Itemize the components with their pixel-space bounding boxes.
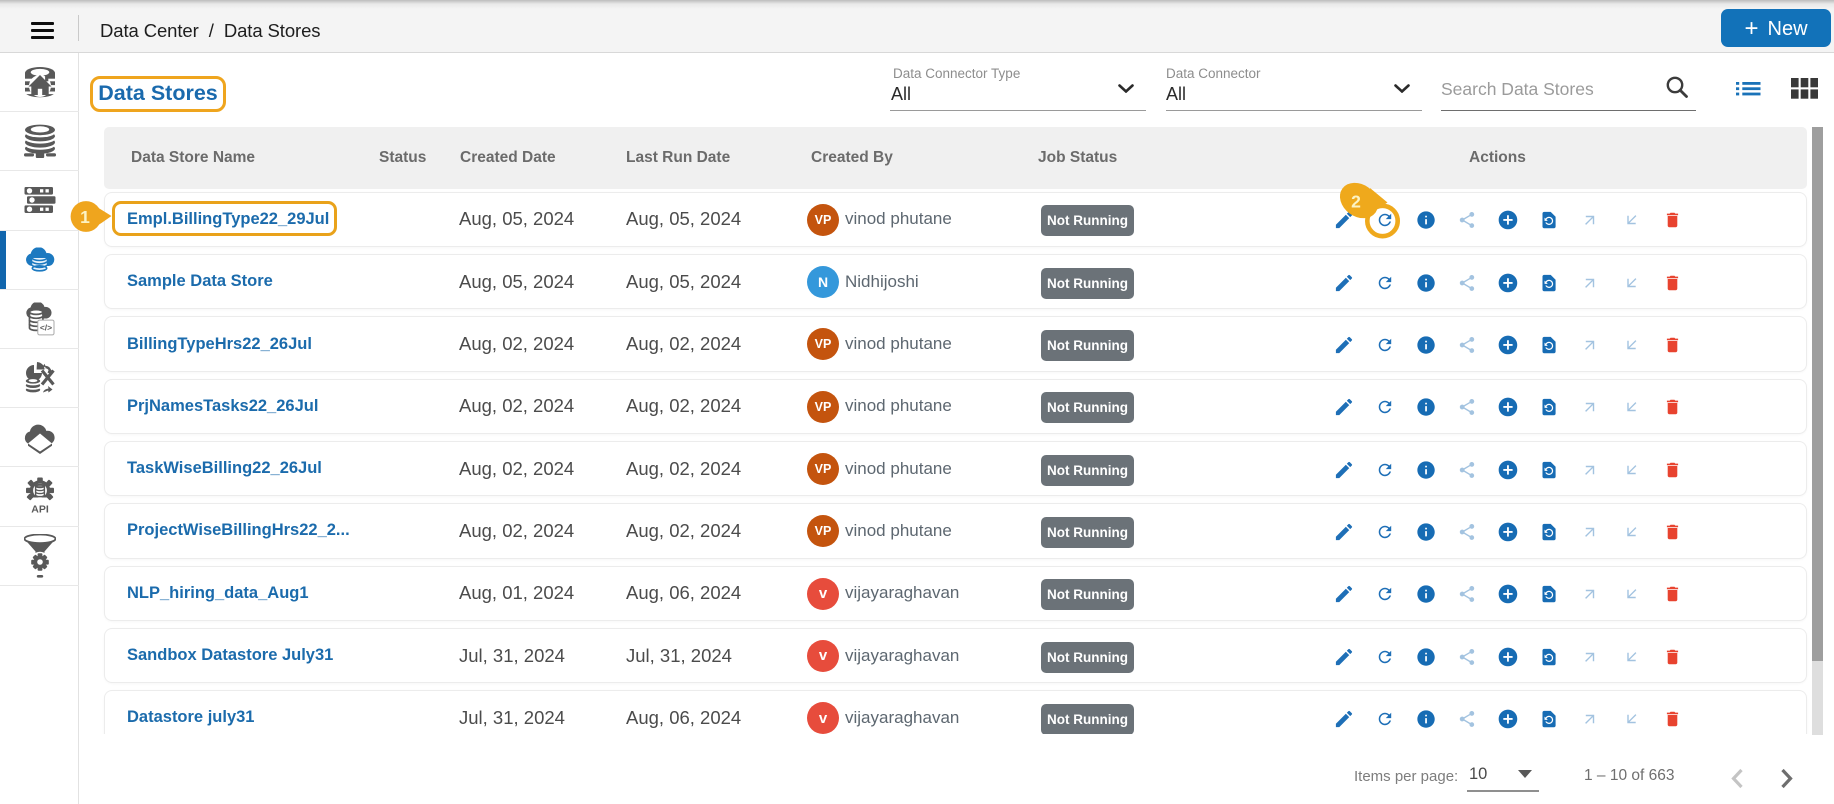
svg-text:1: 1 — [80, 207, 90, 227]
svg-text:2: 2 — [1351, 192, 1361, 212]
